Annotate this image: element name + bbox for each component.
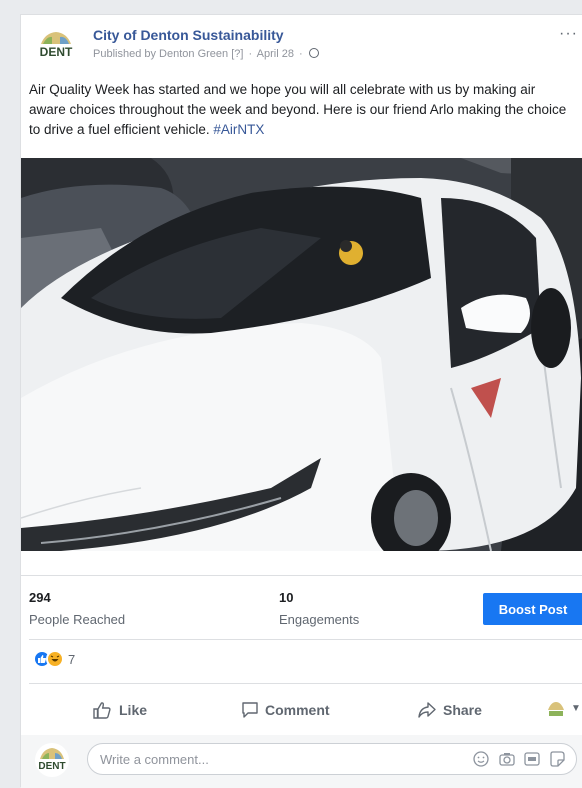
- sticker-icon[interactable]: [549, 751, 565, 767]
- chevron-down-icon[interactable]: ▼: [571, 703, 581, 714]
- share-button[interactable]: Share: [417, 695, 482, 725]
- avatar-logo-text: DENT: [40, 45, 73, 59]
- comment-label: Comment: [265, 702, 330, 718]
- like-label: Like: [119, 702, 148, 718]
- avatar-logo-text: DENT: [38, 761, 65, 772]
- page-avatar[interactable]: DENT: [35, 25, 77, 67]
- commenter-avatar: DENT: [35, 743, 69, 777]
- hashtag-link[interactable]: #AirNTX: [213, 122, 264, 137]
- post-meta: Published by Denton Green [?] · April 28…: [93, 48, 319, 60]
- page-name-link[interactable]: City of Denton Sustainability: [93, 27, 284, 43]
- haha-icon: [46, 650, 64, 668]
- published-by[interactable]: Published by Denton Green: [93, 48, 228, 60]
- emoji-icon[interactable]: [473, 751, 489, 767]
- gif-icon[interactable]: [524, 751, 540, 767]
- post-text: Air Quality Week has started and we hope…: [29, 80, 569, 140]
- info-marker[interactable]: [?]: [231, 48, 243, 60]
- post-date[interactable]: April 28: [257, 48, 294, 60]
- engagements-label: Engagements: [279, 612, 360, 627]
- share-label: Share: [443, 702, 482, 718]
- share-icon: [418, 702, 436, 718]
- divider: [29, 683, 582, 684]
- stats-divider: [21, 575, 582, 576]
- people-reached-count[interactable]: 294: [29, 590, 51, 605]
- boost-post-button[interactable]: Boost Post: [483, 593, 582, 625]
- globe-icon: [308, 48, 319, 58]
- post-card: DENT City of Denton Sustainability Publi…: [20, 14, 582, 788]
- thumbs-up-icon: [93, 702, 111, 719]
- camera-icon[interactable]: [499, 751, 515, 767]
- comment-button[interactable]: Comment: [241, 695, 330, 725]
- divider: [29, 639, 582, 640]
- people-reached-label: People Reached: [29, 612, 126, 627]
- comment-icon: [242, 702, 258, 718]
- engagements-count[interactable]: 10: [279, 590, 293, 605]
- post-body: Air Quality Week has started and we hope…: [29, 82, 567, 137]
- like-button[interactable]: Like: [93, 695, 147, 725]
- post-photo[interactable]: [21, 158, 582, 551]
- posting-as-avatar[interactable]: [545, 699, 567, 721]
- more-options-icon[interactable]: ···: [559, 25, 578, 43]
- reaction-count: 7: [68, 651, 76, 667]
- reactions-summary[interactable]: 7: [33, 648, 75, 670]
